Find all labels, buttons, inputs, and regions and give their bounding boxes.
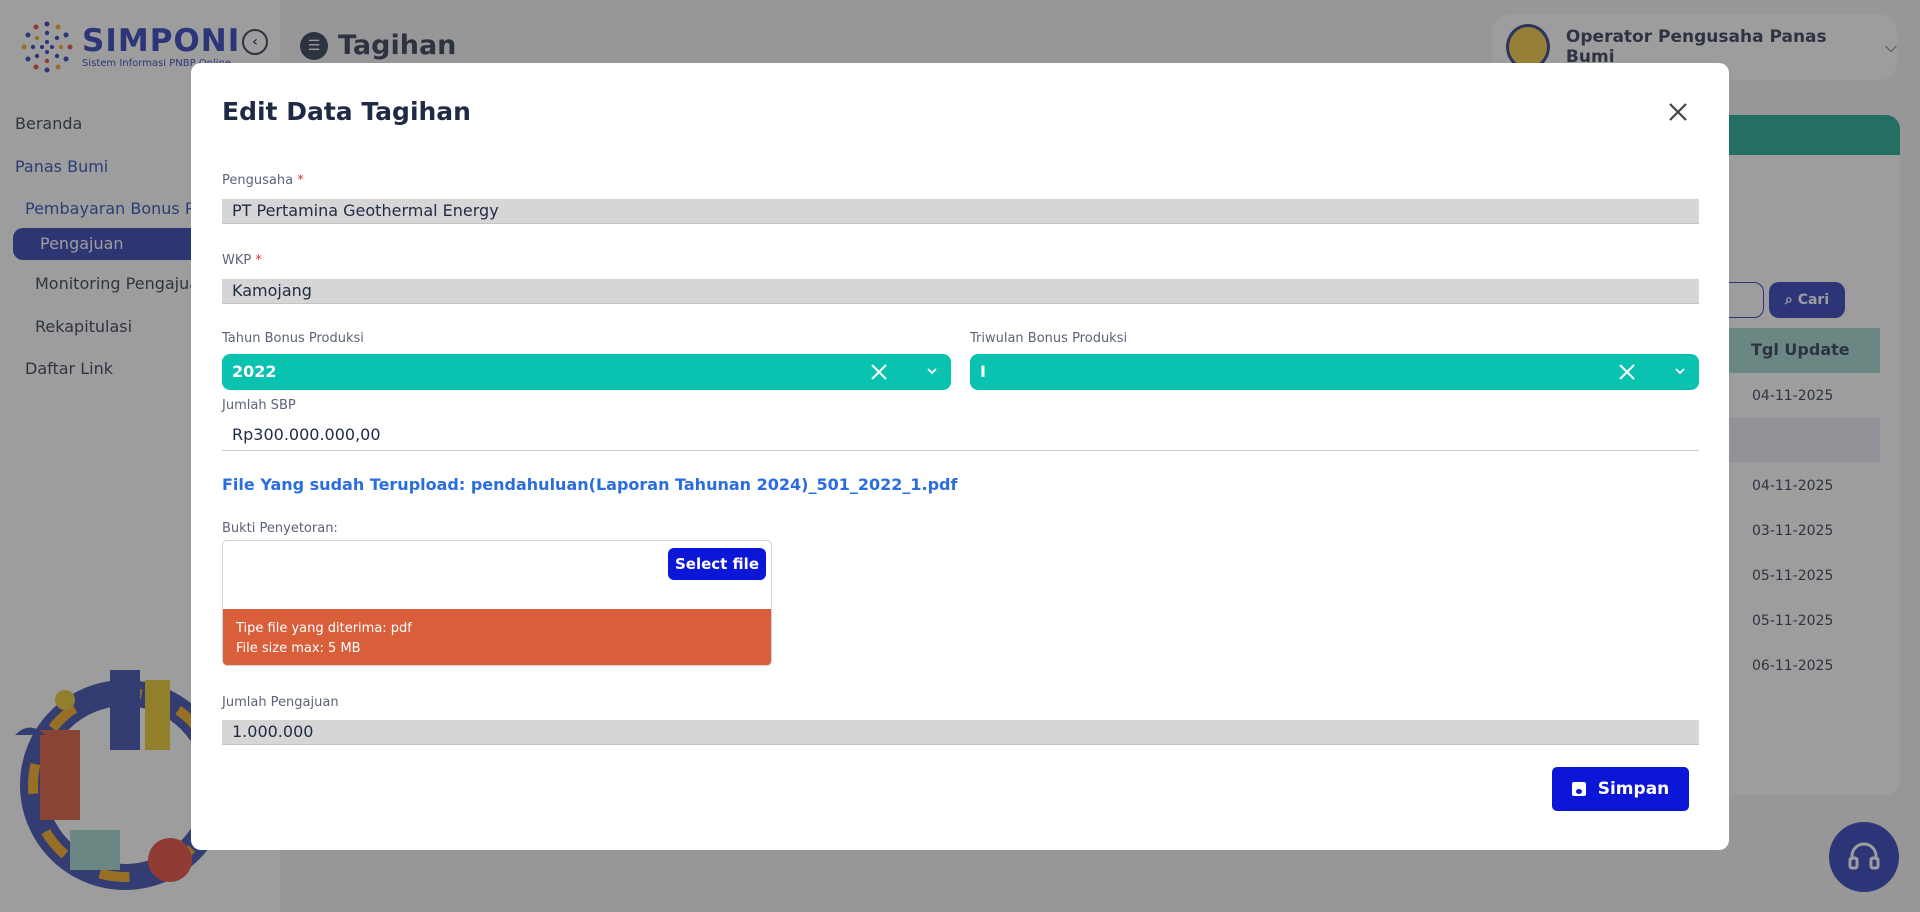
max-file-size: File size max: 5 MB xyxy=(236,641,361,656)
uploaded-file-info[interactable]: File Yang sudah Terupload: pendahuluan(L… xyxy=(222,475,957,494)
wkp-field: Kamojang xyxy=(222,279,1699,304)
upload-requirements: Tipe file yang diterima: pdf File size m… xyxy=(223,609,771,665)
triwulan-label: Triwulan Bonus Produksi xyxy=(970,331,1128,346)
pengusaha-label: Pengusaha * xyxy=(222,173,304,188)
modal-title: Edit Data Tagihan xyxy=(222,97,471,126)
jumlah-pengajuan-field: 1.000.000 xyxy=(222,720,1699,745)
clear-icon[interactable] xyxy=(1618,363,1636,381)
pengusaha-field: PT Pertamina Geothermal Energy xyxy=(222,199,1699,224)
select-file-button[interactable]: Select file xyxy=(668,548,766,580)
jumlah-pengajuan-label: Jumlah Pengajuan xyxy=(222,695,339,710)
jumlah-sbp-field[interactable]: Rp300.000.000,00 xyxy=(222,423,1699,451)
chevron-down-icon[interactable] xyxy=(1673,364,1687,378)
wkp-label-text: WKP xyxy=(222,253,252,268)
simpan-button[interactable]: Simpan xyxy=(1552,767,1689,811)
jumlah-sbp-label: Jumlah SBP xyxy=(222,398,296,413)
edit-tagihan-modal: Edit Data Tagihan Pengusaha * PT Pertami… xyxy=(191,63,1729,850)
simpan-button-label: Simpan xyxy=(1597,779,1670,799)
tahun-label: Tahun Bonus Produksi xyxy=(222,331,364,346)
close-icon[interactable] xyxy=(1665,99,1691,125)
bukti-penyetoran-label: Bukti Penyetoran: xyxy=(222,521,338,536)
chevron-down-icon[interactable] xyxy=(925,364,939,378)
clear-icon[interactable] xyxy=(870,363,888,381)
triwulan-selected-value: I xyxy=(980,362,986,381)
triwulan-select[interactable]: I xyxy=(970,354,1699,390)
file-upload-dropzone[interactable]: Select file Tipe file yang diterima: pdf… xyxy=(222,540,772,666)
accepted-file-type: Tipe file yang diterima: pdf xyxy=(236,621,412,636)
tahun-select[interactable]: 2022 xyxy=(222,354,951,390)
pengusaha-label-text: Pengusaha xyxy=(222,173,294,188)
tahun-selected-value: 2022 xyxy=(232,362,277,381)
required-marker: * xyxy=(255,253,262,268)
required-marker: * xyxy=(297,173,304,188)
save-disk-icon xyxy=(1571,782,1586,796)
wkp-label: WKP * xyxy=(222,253,262,268)
